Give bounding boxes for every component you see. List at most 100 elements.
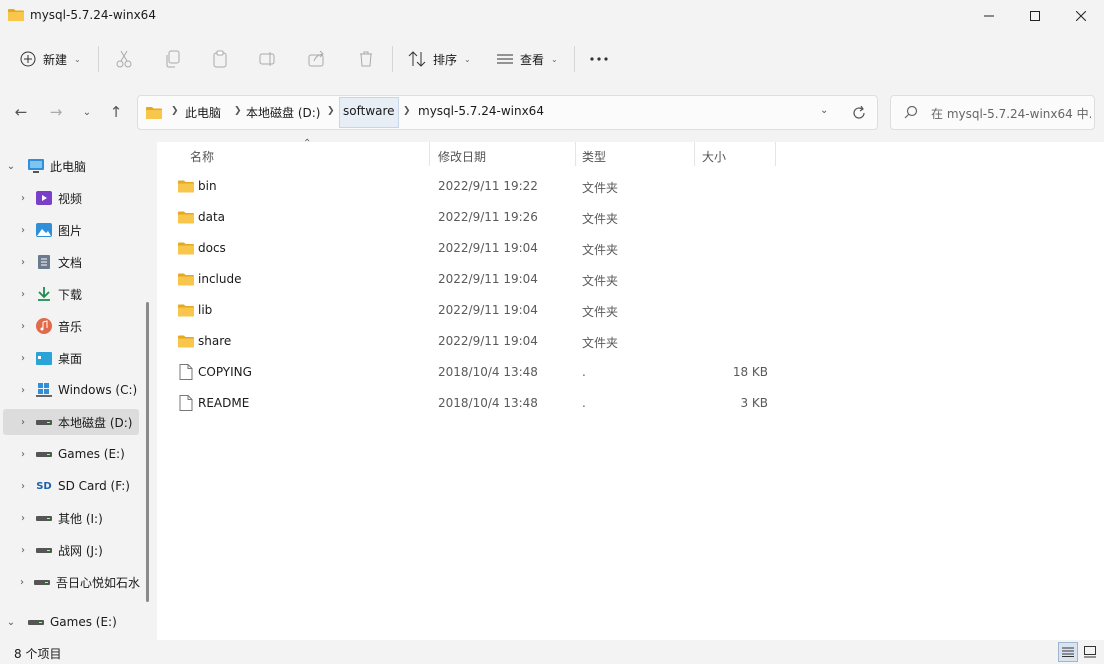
share-button[interactable] [308,44,326,74]
recent-locations-button[interactable]: ⌄ [75,100,99,124]
chevron-right-icon[interactable]: › [16,353,30,364]
minimize-button[interactable] [966,0,1012,32]
chevron-right-icon: ❯ [234,106,242,116]
breadcrumb-this-pc[interactable]: 此电脑 [185,104,221,121]
new-button[interactable]: 新建 ⌄ [20,44,81,74]
breadcrumb-current-folder[interactable]: mysql-5.7.24-winx64 [418,104,544,118]
table-row[interactable]: bin 2022/9/11 19:22 文件夹 [157,171,1104,202]
sort-ascending-icon: ⌃ [303,138,312,149]
sidebar-item-label: Games (E:) [58,447,125,461]
drive-icon [36,415,52,429]
chevron-down-icon[interactable]: ⌄ [820,105,828,116]
chevron-right-icon[interactable]: › [16,481,30,492]
close-button[interactable] [1058,0,1104,32]
sort-button[interactable]: 排序 ⌄ [408,44,471,74]
video-icon [36,191,52,205]
file-type: 文件夹 [582,336,619,350]
details-view-button[interactable] [1058,642,1078,662]
table-row[interactable]: lib 2022/9/11 19:04 文件夹 [157,295,1104,326]
file-type: 文件夹 [582,212,619,226]
chevron-right-icon[interactable]: › [16,545,30,556]
table-row[interactable]: include 2022/9/11 19:04 文件夹 [157,264,1104,295]
breadcrumb-software[interactable]: software [343,104,395,118]
rename-button[interactable] [259,44,277,74]
back-button[interactable]: ← [9,100,33,124]
address-bar[interactable]: ❯ 此电脑 ❯ 本地磁盘 (D:) ❯ software ❯ mysql-5.7… [137,95,878,130]
more-button[interactable] [590,44,608,74]
column-header-type[interactable]: 类型 [582,148,606,172]
sidebar-item-documents[interactable]: › 文档 [16,249,156,275]
tiles-view-button[interactable] [1080,642,1100,662]
sort-icon [408,51,426,67]
paste-icon [213,50,227,68]
file-name: share [198,334,232,348]
breadcrumb-drive-d[interactable]: 本地磁盘 (D:) [246,104,320,121]
sidebar-scrollbar[interactable] [146,302,149,602]
sidebar-item-label: 吾日心悦如石水 [55,575,140,590]
sidebar-item-drive-other[interactable]: › 吾日心悦如石水 [16,569,140,595]
paste-button[interactable] [212,44,230,74]
sidebar-item-drive-i[interactable]: › 其他 (I:) [16,505,156,531]
maximize-button[interactable] [1012,0,1058,32]
file-date: 2022/9/11 19:26 [438,210,538,224]
chevron-right-icon[interactable]: › [16,577,28,588]
view-button[interactable]: 查看 ⌄ [497,44,558,74]
sidebar-item-drive-d[interactable]: › 本地磁盘 (D:) [3,409,139,435]
cut-icon [116,50,132,68]
table-row[interactable]: data 2022/9/11 19:26 文件夹 [157,202,1104,233]
sidebar-item-downloads[interactable]: › 下载 [16,281,156,307]
chevron-right-icon[interactable]: › [16,417,30,428]
chevron-right-icon[interactable]: › [16,289,30,300]
sidebar-item-music[interactable]: › 音乐 [16,313,156,339]
delete-button[interactable] [357,44,375,74]
toolbar-divider [574,46,575,72]
column-divider[interactable] [775,142,776,166]
copy-button[interactable] [164,44,182,74]
chevron-down-icon: ⌄ [82,106,92,118]
refresh-icon[interactable] [852,106,866,120]
column-header-name[interactable]: 名称 [190,148,214,172]
documents-icon [36,255,52,269]
table-row[interactable]: README 2018/10/4 13:48 . 3 KB [157,388,1104,419]
item-count: 8 个项目 [14,647,62,661]
search-input[interactable]: 在 mysql-5.7.24-winx64 中... [890,95,1095,130]
chevron-right-icon[interactable]: › [16,193,30,204]
column-header-date[interactable]: 修改日期 [438,148,486,172]
chevron-right-icon[interactable]: › [16,385,30,396]
chevron-right-icon[interactable]: › [16,225,30,236]
folder-icon [146,107,162,119]
chevron-right-icon[interactable]: › [16,513,30,524]
forward-button[interactable]: → [44,100,68,124]
sidebar-item-label: 此电脑 [50,159,87,174]
sidebar-item-pictures[interactable]: › 图片 [16,217,156,243]
up-button[interactable]: ↑ [104,100,128,124]
chevron-right-icon[interactable]: › [16,449,30,460]
chevron-right-icon[interactable]: › [16,321,30,332]
file-date: 2022/9/11 19:04 [438,272,538,286]
sidebar-item-sd-card[interactable]: › SD SD Card (F:) [16,473,156,499]
column-header-size[interactable]: 大小 [702,148,726,172]
table-row[interactable]: COPYING 2018/10/4 13:48 . 18 KB [157,357,1104,388]
details-view-icon [1062,647,1074,657]
sidebar-item-videos[interactable]: › 视频 [16,185,156,211]
column-divider[interactable] [694,142,695,166]
file-name: include [198,272,242,286]
sidebar-item-drive-e[interactable]: › Games (E:) [16,441,156,467]
chevron-right-icon[interactable]: › [16,257,30,268]
column-divider[interactable] [575,142,576,166]
drive-icon [36,543,52,557]
maximize-icon [1030,11,1040,21]
sidebar-item-this-pc[interactable]: ⌄ 此电脑 [4,153,144,179]
sidebar-item-drive-j[interactable]: › 战网 (J:) [16,537,156,563]
sidebar-item-games-root[interactable]: ⌄ Games (E:) [4,609,144,635]
pc-icon [28,159,44,173]
folder-icon [178,211,194,224]
cut-button[interactable] [115,44,133,74]
table-row[interactable]: share 2022/9/11 19:04 文件夹 [157,326,1104,357]
sidebar-item-desktop[interactable]: › 桌面 [16,345,156,371]
table-row[interactable]: docs 2022/9/11 19:04 文件夹 [157,233,1104,264]
chevron-down-icon[interactable]: ⌄ [4,161,18,172]
chevron-down-icon[interactable]: ⌄ [4,617,18,628]
sidebar-item-drive-c[interactable]: › Windows (C:) [16,377,156,403]
column-divider[interactable] [429,142,430,166]
